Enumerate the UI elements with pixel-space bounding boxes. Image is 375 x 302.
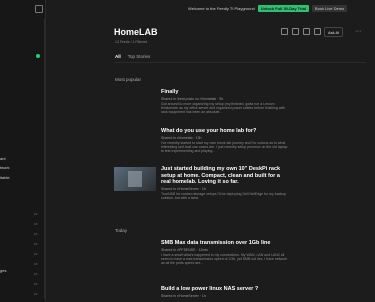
check-icon[interactable] — [281, 28, 288, 35]
toolbar — [281, 28, 321, 35]
sidebar: ant twork itable ges 1K 1K 1K 1K 1K 1K 1… — [0, 0, 46, 302]
sidebar-collapse-icon[interactable] — [35, 5, 43, 13]
article-title[interactable]: Just started building my own 10" DeskPi … — [161, 166, 291, 186]
section-label: Today — [115, 228, 128, 233]
article-card[interactable]: Build a low power linux NAS server ? Sha… — [161, 286, 291, 298]
refresh-icon[interactable] — [314, 28, 321, 35]
article-source[interactable]: Shared in r/homelab — [161, 136, 193, 140]
sidebar-item-label[interactable]: ant — [0, 156, 6, 161]
ask-ai-button[interactable]: Ask AI — [324, 27, 344, 37]
tabs-divider — [114, 62, 366, 63]
sidebar-item-label[interactable]: itable — [0, 175, 10, 180]
sidebar-item-label[interactable]: ges — [0, 268, 6, 273]
article-card[interactable]: Just started building my own 10" DeskPi … — [161, 166, 291, 200]
article-snippet: Got around to more organizing my setup (… — [161, 101, 286, 114]
article-age: 5h — [219, 96, 224, 101]
sidebar-count: 1K — [34, 262, 38, 266]
article-card[interactable]: SMB Max data transmission over 1Gb line … — [161, 240, 291, 265]
sidebar-count: 1K — [34, 282, 38, 286]
more-icon[interactable]: ⋯ — [355, 28, 361, 35]
article-title[interactable]: SMB Max data transmission over 1Gb line — [161, 240, 291, 247]
article-source[interactable]: Shared in r/PFSENSE — [161, 248, 195, 252]
feed-tabs: All Top Stories — [115, 54, 150, 59]
section-label: Most popular — [115, 77, 142, 82]
sidebar-count: 1K — [34, 272, 38, 276]
article-age: 1h — [201, 186, 206, 191]
article-snippet: I have a small what's happened in my con… — [161, 252, 288, 265]
filter-icon[interactable] — [292, 28, 299, 35]
article-thumbnail[interactable] — [114, 167, 156, 191]
article-card[interactable]: Finally Shared in /best posts on /r/home… — [161, 89, 291, 114]
sidebar-scrollbar[interactable] — [44, 18, 45, 298]
article-snippet: I've recently started to start my own ho… — [161, 140, 288, 153]
article-age: 1h — [201, 293, 206, 298]
article-age: 12min — [198, 247, 209, 252]
article-title[interactable]: What do you use your home lab for? — [161, 128, 291, 135]
tab-top-stories[interactable]: Top Stories — [128, 54, 151, 59]
article-source[interactable]: Shared in /best posts on /r/homelab — [161, 97, 216, 101]
trial-button[interactable]: Unlock Full 30-Day Trial — [257, 5, 309, 12]
banner-message: Welcome to the Feedly TI Playground — [188, 6, 255, 11]
article-title[interactable]: Finally — [161, 89, 291, 96]
article-snippet: TrueNAS for custom storage setups I'll b… — [161, 191, 287, 200]
sidebar-count: 1K — [34, 242, 38, 246]
status-dot — [36, 54, 40, 58]
trial-banner: Welcome to the Feedly TI Playground Unlo… — [188, 5, 348, 12]
article-age: 13h — [195, 135, 202, 140]
tab-all[interactable]: All — [115, 54, 121, 59]
page-subtitle: 13 Feeds / 1 Filtered — [115, 40, 148, 44]
sidebar-count: 1K — [34, 252, 38, 256]
heart-icon[interactable] — [303, 28, 310, 35]
sidebar-item-label[interactable]: twork — [0, 165, 10, 170]
article-title[interactable]: Build a low power linux NAS server ? — [161, 286, 291, 293]
sidebar-count: 1K — [34, 292, 38, 296]
demo-button[interactable]: Book Live Demo — [311, 5, 348, 12]
page-title: HomeLAB — [114, 27, 158, 37]
article-source[interactable]: Shared in r/HomeServer — [161, 187, 199, 191]
ask-ai-label: Ask AI — [328, 29, 340, 35]
article-source[interactable]: Shared in r/HomeServer — [161, 294, 199, 298]
sidebar-count: 1K — [34, 222, 38, 226]
article-card[interactable]: What do you use your home lab for? Share… — [161, 128, 291, 153]
sidebar-count: 1K — [34, 232, 38, 236]
sidebar-count: 1K — [34, 212, 38, 216]
